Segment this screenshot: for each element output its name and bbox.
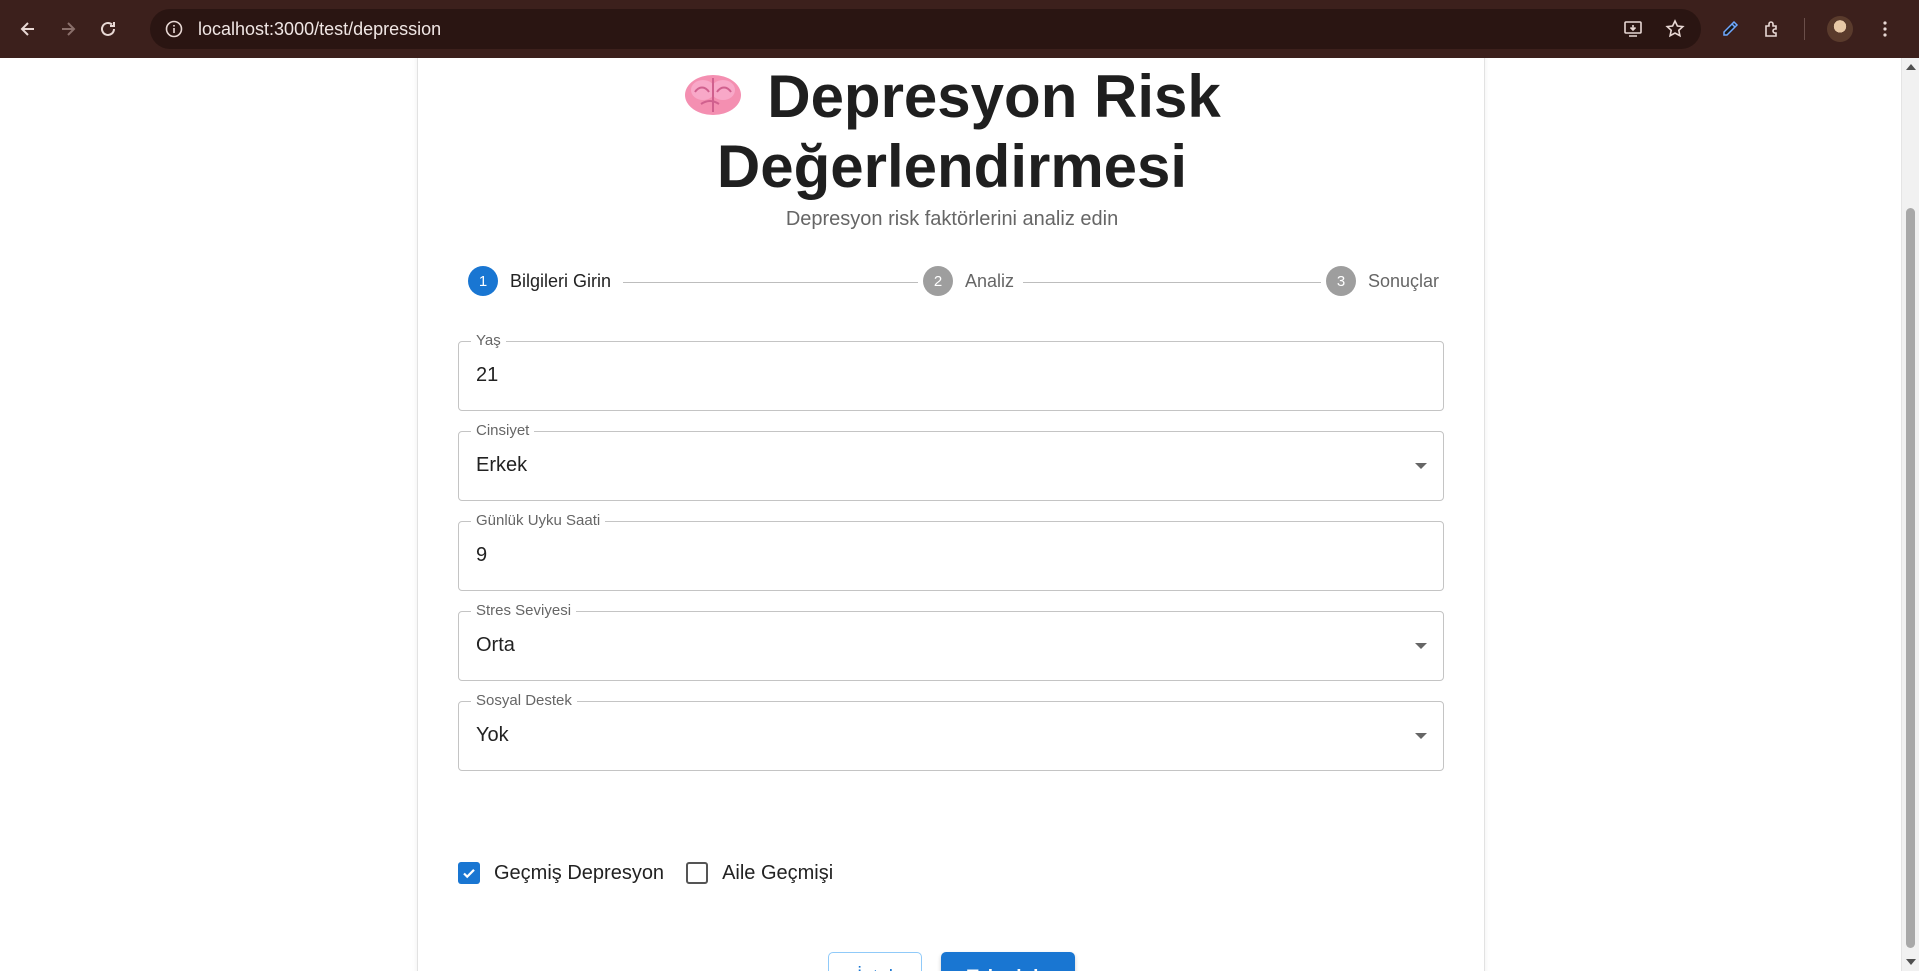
back-arrow-icon xyxy=(20,22,34,36)
dropdown-caret-icon[interactable] xyxy=(1415,463,1427,469)
family-history-checkbox[interactable]: Aile Geçmişi xyxy=(686,862,833,885)
install-app-icon[interactable] xyxy=(1623,19,1643,39)
step-2-number: 2 xyxy=(923,266,953,296)
past-depression-checkbox[interactable]: Geçmiş Depresyon xyxy=(458,862,664,885)
scrollbar-thumb[interactable] xyxy=(1906,208,1915,948)
toolbar-divider xyxy=(1804,18,1805,40)
title-line-1: Depresyon Risk xyxy=(767,63,1221,130)
dropdown-caret-icon[interactable] xyxy=(1415,643,1427,649)
cancel-button[interactable]: İptal xyxy=(828,952,922,971)
more-menu-icon[interactable] xyxy=(1875,19,1895,39)
assessment-card: Depresyon Risk Değerlendirmesi Depresyon… xyxy=(417,58,1485,971)
checkmark-icon xyxy=(463,869,475,879)
social-support-label: Sosyal Destek xyxy=(471,692,577,709)
reload-button[interactable] xyxy=(88,9,128,49)
bookmark-star-icon[interactable] xyxy=(1665,19,1685,39)
age-input[interactable]: 21 xyxy=(476,364,1376,387)
profile-avatar-icon[interactable] xyxy=(1827,16,1853,42)
step-connector-2 xyxy=(1023,282,1321,283)
title-line-2: Değerlendirmesi xyxy=(716,133,1188,200)
step-2-label: Analiz xyxy=(965,270,1015,291)
age-label: Yaş xyxy=(471,332,506,349)
step-1-number: 1 xyxy=(468,266,498,296)
stress-level-value[interactable]: Orta xyxy=(476,634,1376,657)
past-depression-box[interactable] xyxy=(458,862,480,884)
step-3-label: Sonuçlar xyxy=(1368,270,1440,291)
social-support-value[interactable]: Yok xyxy=(476,724,1376,747)
scroll-up-arrow-icon[interactable] xyxy=(1906,64,1916,70)
sleep-hours-field[interactable]: Günlük Uyku Saati 9 xyxy=(458,512,1444,591)
browser-toolbar: localhost:3000/test/depression xyxy=(0,0,1919,58)
page-title: Depresyon Risk Değerlendirmesi xyxy=(418,58,1486,202)
dropdown-caret-icon[interactable] xyxy=(1415,733,1427,739)
sleep-hours-label: Günlük Uyku Saati xyxy=(471,512,606,529)
eyedropper-icon[interactable] xyxy=(1720,19,1740,39)
stress-level-select[interactable]: Stres Seviyesi Orta xyxy=(458,602,1444,681)
step-2: 2 Analiz xyxy=(923,266,1014,296)
address-bar[interactable]: localhost:3000/test/depression xyxy=(150,9,1701,49)
brain-emoji-icon xyxy=(685,75,742,116)
family-history-label[interactable]: Aile Geçmişi xyxy=(722,862,833,885)
past-depression-label[interactable]: Geçmiş Depresyon xyxy=(494,862,664,885)
step-1-label: Bilgileri Girin xyxy=(510,270,612,291)
page-subtitle: Depresyon risk faktörlerini analiz edin xyxy=(785,208,1119,230)
extensions-icon[interactable] xyxy=(1762,19,1782,39)
predict-button[interactable]: Tahminle xyxy=(941,952,1075,971)
page-viewport: Depresyon Risk Değerlendirmesi Depresyon… xyxy=(0,58,1901,971)
url-text[interactable]: localhost:3000/test/depression xyxy=(198,19,441,40)
stepper: 1 Bilgileri Girin 2 Analiz 3 Sonuçlar xyxy=(468,266,1439,300)
scroll-down-arrow-icon[interactable] xyxy=(1906,959,1916,965)
step-3: 3 Sonuçlar xyxy=(1326,266,1439,296)
forward-arrow-icon xyxy=(62,22,76,36)
age-field[interactable]: Yaş 21 xyxy=(458,332,1444,411)
step-3-number: 3 xyxy=(1326,266,1356,296)
family-history-box[interactable] xyxy=(686,862,709,884)
stress-level-label: Stres Seviyesi xyxy=(471,602,577,619)
site-info-icon[interactable] xyxy=(162,17,186,41)
gender-value[interactable]: Erkek xyxy=(476,454,1376,477)
step-connector-1 xyxy=(623,282,918,283)
social-support-select[interactable]: Sosyal Destek Yok xyxy=(458,692,1444,771)
page-scrollbar[interactable] xyxy=(1901,58,1919,971)
step-1: 1 Bilgileri Girin xyxy=(468,266,611,296)
reload-icon xyxy=(101,21,115,36)
checkbox-group: Geçmiş Depresyon Aile Geçmişi xyxy=(458,856,855,890)
forward-button[interactable] xyxy=(48,9,88,49)
gender-label: Cinsiyet xyxy=(471,422,535,439)
back-button[interactable] xyxy=(8,9,48,49)
gender-select[interactable]: Cinsiyet Erkek xyxy=(458,422,1444,501)
sleep-hours-input[interactable]: 9 xyxy=(476,544,1376,567)
